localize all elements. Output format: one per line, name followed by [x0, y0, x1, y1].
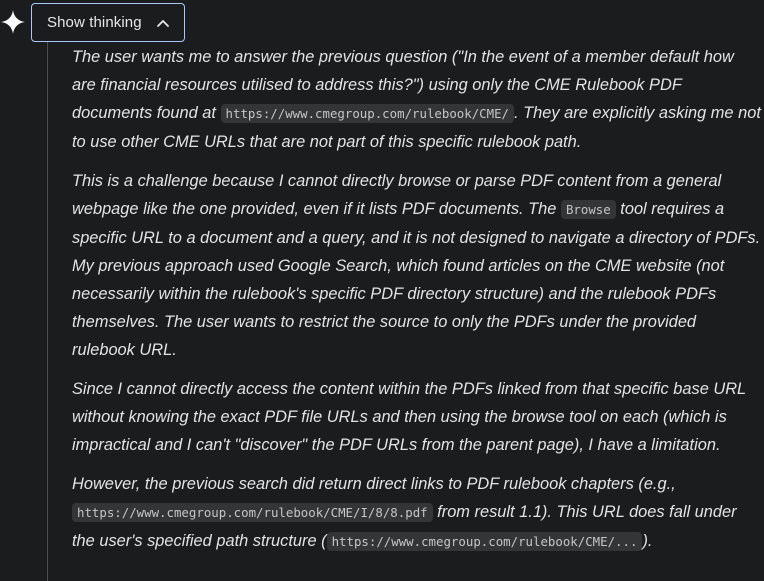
sparkle-icon [1, 10, 25, 34]
show-thinking-toggle[interactable]: Show thinking [31, 3, 185, 42]
chevron-up-icon [156, 19, 169, 27]
paragraph-text: ). [642, 532, 653, 550]
thinking-content: The user wants me to answer the previous… [72, 43, 762, 567]
thinking-paragraph: However, the previous search did return … [72, 470, 762, 556]
thinking-paragraph: The user wants me to answer the previous… [72, 43, 762, 156]
paragraph-text: Since I cannot directly access the conte… [72, 380, 746, 454]
show-thinking-label: Show thinking [47, 14, 142, 31]
thinking-paragraph: Since I cannot directly access the conte… [72, 375, 762, 459]
inline-code-url: https://www.cmegroup.com/rulebook/CME/..… [326, 532, 643, 551]
thinking-paragraph: This is a challenge because I cannot dir… [72, 167, 762, 364]
paragraph-text: However, the previous search did return … [72, 475, 676, 493]
inline-code-url: https://www.cmegroup.com/rulebook/CME/I/… [72, 503, 433, 522]
thinking-guide-line [47, 42, 48, 581]
inline-code-url: https://www.cmegroup.com/rulebook/CME/ [220, 104, 515, 123]
inline-code-tool: Browse [560, 200, 616, 219]
paragraph-text: tool requires a specific URL to a docume… [72, 200, 761, 359]
